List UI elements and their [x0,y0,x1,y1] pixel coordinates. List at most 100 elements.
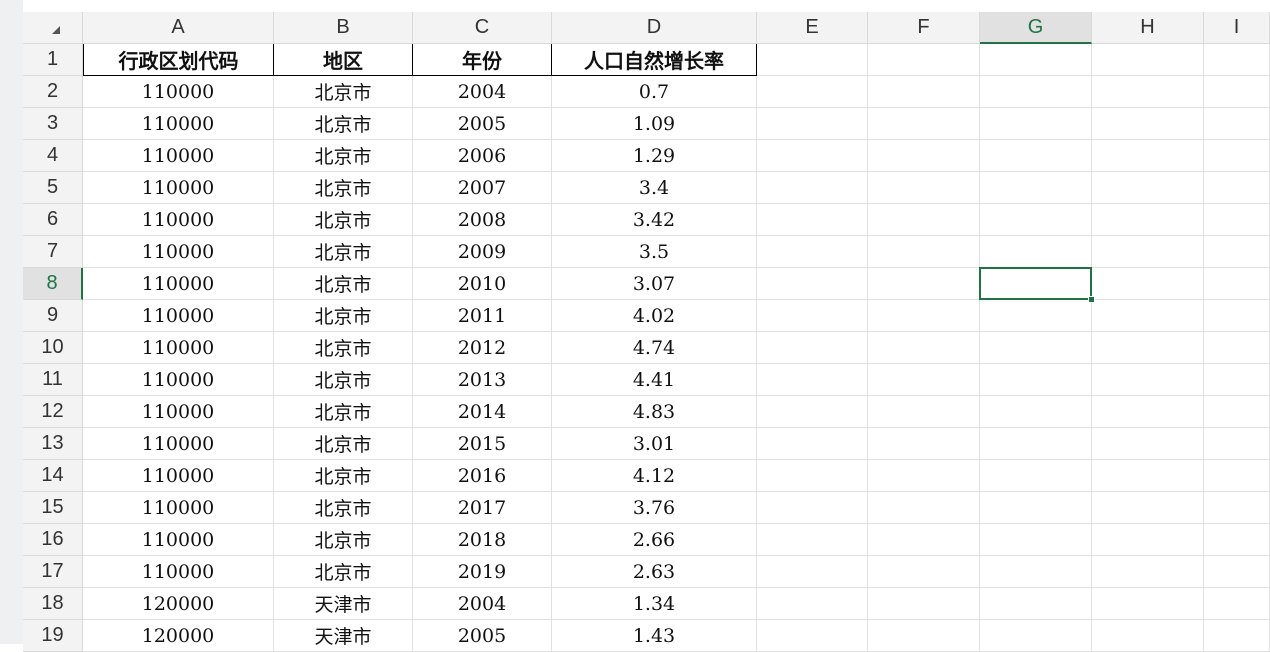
cell-b5[interactable]: 北京市 [274,172,413,204]
row-header-16[interactable]: 16 [23,524,83,556]
cell-h11[interactable] [1092,364,1204,396]
cell-a9[interactable]: 110000 [83,300,274,332]
cell-f4[interactable] [868,140,980,172]
cell-i2[interactable] [1204,76,1270,108]
cell-c5[interactable]: 2007 [413,172,552,204]
cell-a11[interactable]: 110000 [83,364,274,396]
cell-i8[interactable] [1204,268,1270,300]
cell-e17[interactable] [757,556,868,588]
cell-f7[interactable] [868,236,980,268]
cell-h16[interactable] [1092,524,1204,556]
cell-f16[interactable] [868,524,980,556]
row-header-8[interactable]: 8 [23,268,83,300]
cell-a4[interactable]: 110000 [83,140,274,172]
cell-a13[interactable]: 110000 [83,428,274,460]
cell-e13[interactable] [757,428,868,460]
cell-f2[interactable] [868,76,980,108]
cell-f9[interactable] [868,300,980,332]
column-header-i[interactable]: I [1204,12,1270,44]
cell-f10[interactable] [868,332,980,364]
cell-d3[interactable]: 1.09 [552,108,757,140]
cell-h7[interactable] [1092,236,1204,268]
cell-a14[interactable]: 110000 [83,460,274,492]
cell-b2[interactable]: 北京市 [274,76,413,108]
header-cell-d[interactable]: 人口自然增长率 [552,44,757,76]
cell-d8[interactable]: 3.07 [552,268,757,300]
cell-i10[interactable] [1204,332,1270,364]
column-header-b[interactable]: B [274,12,413,44]
cell-i15[interactable] [1204,492,1270,524]
cell-i9[interactable] [1204,300,1270,332]
header-cell-b[interactable]: 地区 [274,44,413,76]
cell-i4[interactable] [1204,140,1270,172]
cell-g18[interactable] [980,588,1092,620]
cell-b4[interactable]: 北京市 [274,140,413,172]
cell-f14[interactable] [868,460,980,492]
cell-b14[interactable]: 北京市 [274,460,413,492]
cell-h4[interactable] [1092,140,1204,172]
cell-a3[interactable]: 110000 [83,108,274,140]
row-header-6[interactable]: 6 [23,204,83,236]
cell-i16[interactable] [1204,524,1270,556]
cell-g1[interactable] [980,44,1092,76]
row-header-7[interactable]: 7 [23,236,83,268]
cell-g7[interactable] [980,236,1092,268]
cell-i13[interactable] [1204,428,1270,460]
cell-a5[interactable]: 110000 [83,172,274,204]
cell-h2[interactable] [1092,76,1204,108]
cell-d12[interactable]: 4.83 [552,396,757,428]
cell-b15[interactable]: 北京市 [274,492,413,524]
cell-e18[interactable] [757,588,868,620]
cell-b12[interactable]: 北京市 [274,396,413,428]
column-header-a[interactable]: A [83,12,274,44]
column-header-c[interactable]: C [413,12,552,44]
cell-e4[interactable] [757,140,868,172]
cell-c12[interactable]: 2014 [413,396,552,428]
cell-i19[interactable] [1204,620,1270,652]
row-header-17[interactable]: 17 [23,556,83,588]
row-header-2[interactable]: 2 [23,76,83,108]
column-header-f[interactable]: F [868,12,980,44]
cell-c6[interactable]: 2008 [413,204,552,236]
cell-e14[interactable] [757,460,868,492]
cell-f6[interactable] [868,204,980,236]
cell-f8[interactable] [868,268,980,300]
cell-h10[interactable] [1092,332,1204,364]
fill-handle[interactable] [1088,296,1095,303]
cell-i11[interactable] [1204,364,1270,396]
cell-g19[interactable] [980,620,1092,652]
cell-f5[interactable] [868,172,980,204]
cell-d5[interactable]: 3.4 [552,172,757,204]
cell-f11[interactable] [868,364,980,396]
cell-b16[interactable]: 北京市 [274,524,413,556]
cell-c8[interactable]: 2010 [413,268,552,300]
cell-a12[interactable]: 110000 [83,396,274,428]
cell-f12[interactable] [868,396,980,428]
cell-b6[interactable]: 北京市 [274,204,413,236]
row-header-19[interactable]: 19 [23,620,83,652]
cell-a8[interactable]: 110000 [83,268,274,300]
cell-d6[interactable]: 3.42 [552,204,757,236]
row-header-1[interactable]: 1 [23,44,83,76]
cell-a16[interactable]: 110000 [83,524,274,556]
cell-c14[interactable]: 2016 [413,460,552,492]
column-header-e[interactable]: E [757,12,868,44]
cell-c19[interactable]: 2005 [413,620,552,652]
cell-g6[interactable] [980,204,1092,236]
cell-d19[interactable]: 1.43 [552,620,757,652]
cell-f1[interactable] [868,44,980,76]
cell-d14[interactable]: 4.12 [552,460,757,492]
cell-g13[interactable] [980,428,1092,460]
select-all-corner[interactable] [23,12,83,44]
cell-h14[interactable] [1092,460,1204,492]
cell-d11[interactable]: 4.41 [552,364,757,396]
cell-a19[interactable]: 120000 [83,620,274,652]
cell-e9[interactable] [757,300,868,332]
cell-g4[interactable] [980,140,1092,172]
cell-b19[interactable]: 天津市 [274,620,413,652]
cell-g2[interactable] [980,76,1092,108]
column-header-d[interactable]: D [552,12,757,44]
cell-b17[interactable]: 北京市 [274,556,413,588]
cell-c10[interactable]: 2012 [413,332,552,364]
cell-e7[interactable] [757,236,868,268]
